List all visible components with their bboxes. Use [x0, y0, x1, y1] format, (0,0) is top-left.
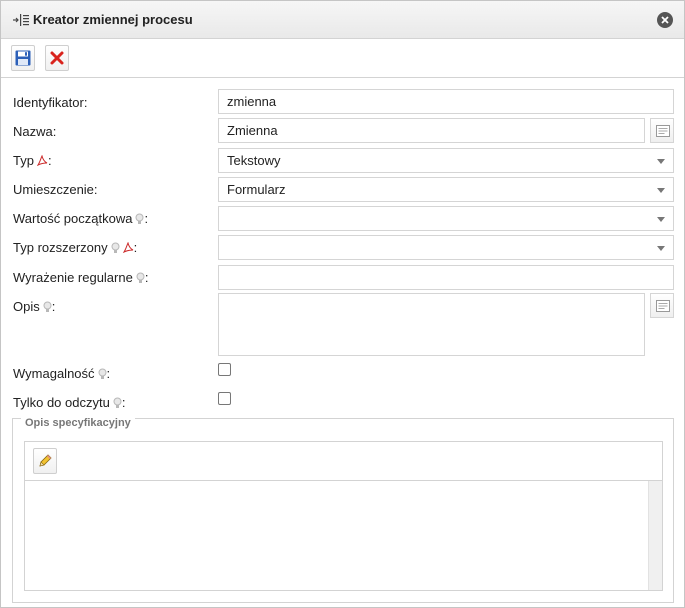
umieszczenie-label: Umieszczenie: — [13, 182, 98, 197]
nazwa-translations-button[interactable] — [650, 118, 674, 143]
variable-icon — [12, 13, 30, 27]
typ-label: Typ: — [13, 153, 52, 170]
wyrazenie-label-text: Wyrażenie regularne — [13, 270, 133, 285]
chevron-down-icon — [657, 217, 665, 222]
spec-editor — [24, 441, 663, 591]
dialog-title: Kreator zmiennej procesu — [33, 12, 193, 27]
tylko-odczyt-checkbox[interactable] — [218, 392, 231, 405]
pdf-icon[interactable] — [36, 154, 48, 170]
tylko-odczyt-label: Tylko do odczytu: — [13, 395, 125, 412]
identyfikator-input[interactable] — [218, 89, 674, 114]
edit-button[interactable] — [33, 448, 57, 474]
wartosc-label-text: Wartość początkowa — [13, 211, 133, 226]
opis-translations-button[interactable] — [650, 293, 674, 318]
wartosc-select[interactable] — [218, 206, 674, 231]
chevron-down-icon — [657, 159, 665, 164]
floppy-disk-icon — [15, 50, 31, 66]
wymagalnosc-label-colon: : — [106, 366, 111, 381]
pdf-icon[interactable] — [122, 241, 134, 257]
opis-label-text: Opis — [13, 299, 40, 314]
spec-editor-scrollbar[interactable] — [648, 481, 662, 590]
opis-textarea[interactable] — [218, 293, 645, 356]
process-variable-dialog: Kreator zmiennej procesu Identyfikator: … — [0, 0, 685, 608]
nazwa-label: Nazwa: — [13, 124, 57, 139]
typ-select[interactable]: Tekstowy — [218, 148, 674, 173]
typ-rozszerzony-label-colon: : — [133, 240, 138, 255]
spec-legend: Opis specyfikacyjny — [21, 417, 135, 429]
dialog-toolbar — [1, 39, 684, 78]
typ-rozszerzony-select[interactable] — [218, 235, 674, 260]
chevron-down-icon — [657, 246, 665, 251]
save-button[interactable] — [11, 45, 35, 71]
wyrazenie-label: Wyrażenie regularne: — [13, 270, 148, 287]
tylko-odczyt-label-colon: : — [121, 395, 126, 410]
umieszczenie-select-value: Formularz — [227, 182, 286, 197]
lightbulb-hint-icon[interactable] — [43, 301, 52, 316]
typ-rozszerzony-label-text: Typ rozszerzony — [13, 240, 108, 255]
tylko-odczyt-label-text: Tylko do odczytu — [13, 395, 110, 410]
lightbulb-hint-icon[interactable] — [98, 368, 107, 383]
umieszczenie-select[interactable]: Formularz — [218, 177, 674, 202]
spec-editor-toolbar — [25, 442, 662, 481]
typ-label-colon: : — [47, 153, 52, 168]
cancel-button[interactable] — [45, 45, 69, 71]
wymagalnosc-label-text: Wymagalność — [13, 366, 95, 381]
wartosc-label: Wartość początkowa: — [13, 211, 148, 228]
wyrazenie-label-colon: : — [144, 270, 149, 285]
pencil-icon — [39, 454, 52, 467]
close-icon[interactable] — [657, 12, 673, 28]
wymagalnosc-checkbox[interactable] — [218, 363, 231, 376]
opis-label-colon: : — [51, 299, 56, 314]
typ-select-value: Tekstowy — [227, 153, 281, 168]
opis-label: Opis: — [13, 299, 55, 316]
document-icon — [656, 125, 670, 137]
typ-label-text: Typ — [13, 153, 34, 168]
typ-rozszerzony-label: Typ rozszerzony: — [13, 240, 137, 257]
chevron-down-icon — [657, 188, 665, 193]
lightbulb-hint-icon[interactable] — [111, 242, 120, 257]
wymagalnosc-label: Wymagalność: — [13, 366, 110, 383]
lightbulb-hint-icon[interactable] — [136, 272, 145, 287]
identyfikator-label: Identyfikator: — [13, 95, 88, 110]
wyrazenie-input[interactable] — [218, 265, 674, 290]
dialog-titlebar: Kreator zmiennej procesu — [1, 1, 684, 39]
spec-editor-content[interactable] — [25, 481, 647, 590]
document-icon — [656, 300, 670, 312]
nazwa-input[interactable] — [218, 118, 645, 143]
wartosc-label-colon: : — [144, 211, 149, 226]
red-x-icon — [50, 51, 64, 65]
lightbulb-hint-icon[interactable] — [113, 397, 122, 412]
